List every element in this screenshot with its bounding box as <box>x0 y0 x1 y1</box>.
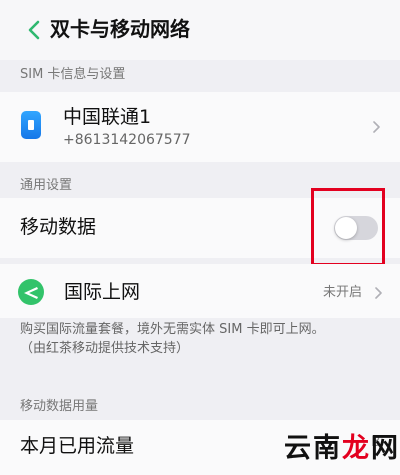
highlight-annotation-box <box>311 188 385 266</box>
intl-row-chevron-icon <box>375 287 382 299</box>
sim-row-chevron-icon <box>373 121 380 133</box>
watermark-part-1: 云南 <box>284 433 342 464</box>
description-line-1: 购买国际流量套餐，境外无需实体 SIM 卡即可上网。 <box>20 322 325 337</box>
description-line-2: （由红茶移动提供技术支持） <box>20 341 190 356</box>
airplane-icon <box>18 279 44 305</box>
sim-card-number: +8613142067577 <box>63 132 191 148</box>
intl-internet-label: 国际上网 <box>64 281 141 303</box>
airplane-glyph-icon <box>24 287 38 299</box>
page-title: 双卡与移动网络 <box>50 17 190 41</box>
section-label-usage: 移动数据用量 <box>20 399 99 414</box>
intl-internet-status: 未开启 <box>323 285 363 300</box>
sim-card-icon <box>21 111 41 139</box>
mobile-data-label: 移动数据 <box>20 216 97 238</box>
sim-card-row[interactable] <box>0 92 400 162</box>
section-label-sim-info: SIM 卡信息与设置 <box>20 67 126 82</box>
section-label-general: 通用设置 <box>20 178 73 193</box>
back-chevron-icon[interactable] <box>22 16 48 44</box>
watermark-part-3: 网 <box>371 433 400 464</box>
top-bar: 双卡与移动网络 <box>0 0 400 60</box>
site-watermark: 云南龙网 <box>284 432 400 466</box>
monthly-usage-label: 本月已用流量 <box>20 435 135 457</box>
intl-internet-description: 购买国际流量套餐，境外无需实体 SIM 卡即可上网。 （由红茶移动提供技术支持） <box>20 320 390 358</box>
dual-sim-settings-page: 双卡与移动网络 SIM 卡信息与设置 中国联通1 +8613142067577 … <box>0 0 400 475</box>
sim-card-name: 中国联通1 <box>63 106 152 128</box>
watermark-part-2: 龙 <box>342 433 371 464</box>
